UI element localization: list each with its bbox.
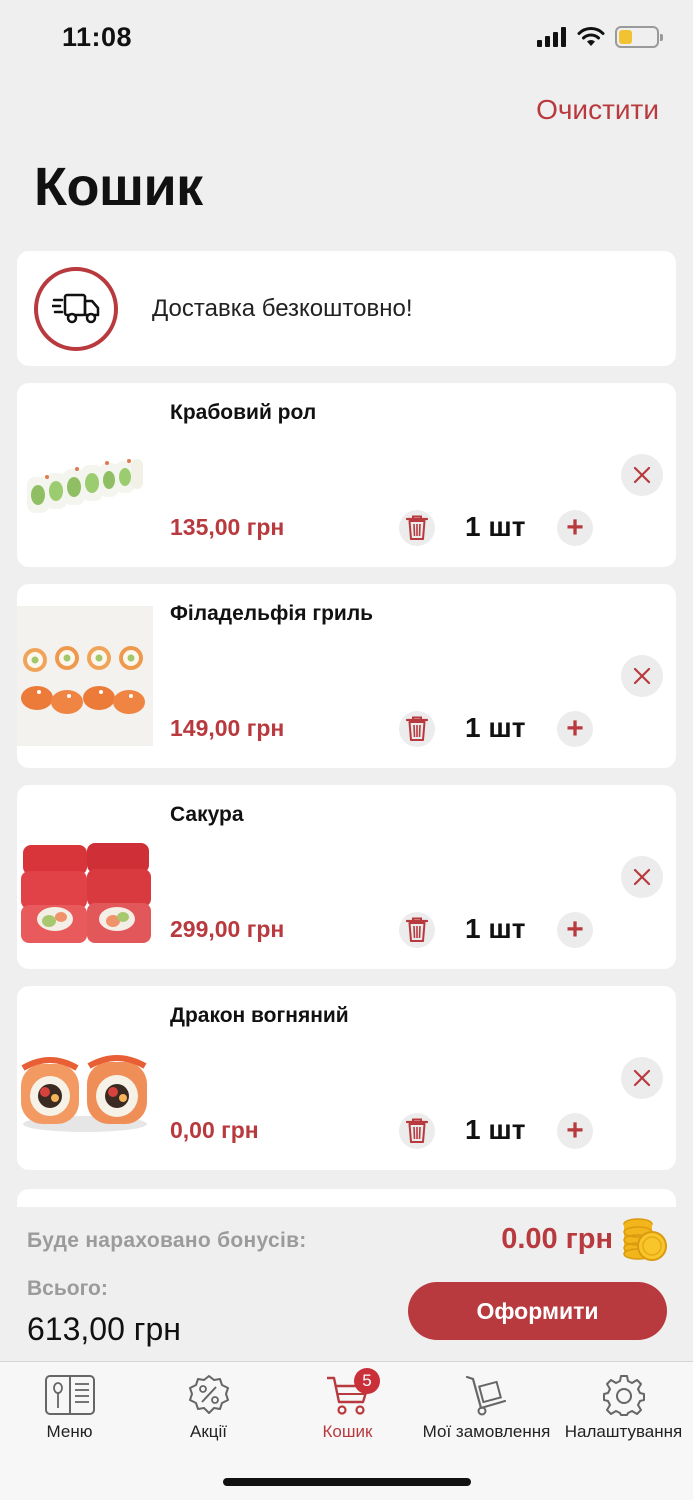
cart-item: Філадельфія гриль 149,00 грн 1 шт + [17, 584, 676, 768]
trash-icon [406, 515, 428, 540]
product-image [17, 606, 153, 746]
tab-my-orders[interactable]: Мої замовлення [417, 1374, 556, 1454]
total-value: 613,00 грн [27, 1311, 181, 1347]
status-icons [537, 26, 663, 48]
tab-label: Меню [46, 1422, 93, 1441]
clear-cart-button[interactable]: Очистити [536, 94, 659, 126]
close-icon [633, 466, 651, 484]
remove-item-button[interactable] [621, 1057, 663, 1099]
wifi-icon [577, 27, 605, 46]
coins-icon [623, 1218, 667, 1261]
item-quantity: 1 шт [465, 511, 526, 542]
cart-count-badge: 5 [354, 1368, 380, 1394]
item-name: Дракон вогняний [170, 1004, 349, 1027]
status-time: 11:08 [62, 22, 133, 52]
plus-icon: + [566, 511, 584, 544]
plus-icon: + [566, 913, 584, 946]
home-indicator [223, 1478, 471, 1486]
product-image [21, 843, 151, 943]
cart-item: Крабовий рол 135,00 грн 1 шт + [17, 383, 676, 567]
tab-promotions[interactable]: Акції [139, 1374, 278, 1454]
delivery-banner: Доставка безкоштовно! [17, 251, 676, 366]
tab-cart[interactable]: 5 Кошик [278, 1368, 417, 1454]
page-title: Кошик [34, 157, 203, 217]
close-icon [633, 868, 651, 886]
menu-book-icon [44, 1375, 95, 1415]
bonus-value: 0.00 грн [501, 1223, 613, 1255]
trash-icon [406, 1118, 428, 1143]
status-bar: 11:08 [0, 0, 693, 80]
increase-quantity-button[interactable]: + [557, 912, 593, 948]
bonus-label: Буде нараховано бонусів: [27, 1229, 307, 1252]
remove-item-button[interactable] [621, 655, 663, 697]
item-quantity: 1 шт [465, 712, 526, 743]
checkout-button[interactable]: Оформити [408, 1282, 667, 1340]
total-label: Всього: [27, 1277, 108, 1300]
product-image [21, 1055, 147, 1132]
item-quantity: 1 шт [465, 1114, 526, 1145]
tab-settings[interactable]: Налаштування [554, 1374, 693, 1454]
decrease-quantity-button[interactable] [399, 510, 435, 546]
item-price: 299,00 грн [170, 916, 285, 942]
item-price: 135,00 грн [170, 514, 285, 540]
item-quantity: 1 шт [465, 913, 526, 944]
plus-icon: + [566, 712, 584, 745]
increase-quantity-button[interactable]: + [557, 1113, 593, 1149]
tab-menu[interactable]: Меню [0, 1374, 139, 1454]
gear-icon [602, 1375, 645, 1416]
remove-item-button[interactable] [621, 856, 663, 898]
remove-item-button[interactable] [621, 454, 663, 496]
cart-item: Дракон вогняний 0,00 грн 1 шт + [17, 986, 676, 1170]
delivery-truck-icon [34, 266, 118, 351]
trash-icon [406, 716, 428, 741]
item-price: 0,00 грн [170, 1117, 259, 1143]
cart-item: Сакура 299,00 грн 1 шт + [17, 785, 676, 969]
tab-label: Кошик [322, 1422, 373, 1441]
close-icon [633, 1069, 651, 1087]
decrease-quantity-button[interactable] [399, 912, 435, 948]
hand-truck-icon [465, 1375, 506, 1416]
order-summary: Буде нараховано бонусів: 0.00 грн Всього… [0, 1207, 693, 1361]
plus-icon: + [566, 1114, 584, 1147]
tab-label: Налаштування [564, 1422, 683, 1441]
trash-icon [406, 917, 428, 942]
decrease-quantity-button[interactable] [399, 1113, 435, 1149]
signal-icon [537, 27, 566, 47]
close-icon [633, 667, 651, 685]
tab-label: Мої замовлення [422, 1422, 551, 1441]
tab-label: Акції [189, 1422, 227, 1441]
increase-quantity-button[interactable]: + [557, 510, 593, 546]
item-name: Сакура [170, 803, 244, 826]
item-name: Крабовий рол [170, 401, 317, 424]
product-image [27, 459, 143, 513]
increase-quantity-button[interactable]: + [557, 711, 593, 747]
battery-icon [615, 26, 663, 48]
percent-badge-icon [188, 1375, 229, 1414]
decrease-quantity-button[interactable] [399, 711, 435, 747]
delivery-text: Доставка безкоштовно! [152, 294, 413, 322]
battery-level [619, 30, 632, 44]
item-name: Філадельфія гриль [170, 602, 374, 625]
item-price: 149,00 грн [170, 715, 285, 741]
